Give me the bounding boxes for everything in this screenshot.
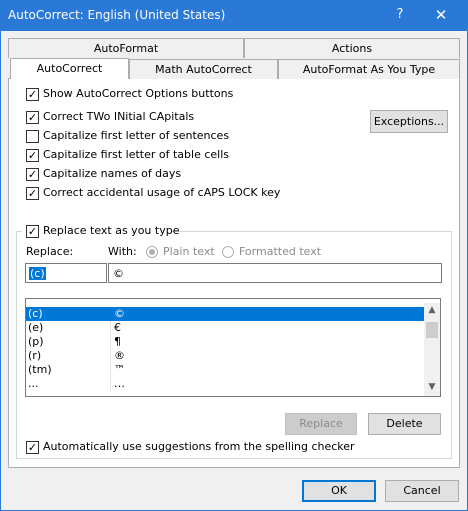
show-buttons-checkbox[interactable] (26, 88, 39, 101)
formatted-text-label: Formatted text (239, 245, 322, 258)
help-icon[interactable]: ? (388, 3, 412, 27)
exceptions-button[interactable]: Exceptions... (370, 110, 448, 133)
tab-math-autocorrect[interactable]: Math AutoCorrect (129, 59, 278, 79)
suggestions-checkbox[interactable] (26, 441, 39, 454)
show-buttons-label: Show AutoCorrect Options buttons (43, 87, 234, 100)
with-input-value: © (113, 267, 124, 280)
replace-button[interactable]: Replace (285, 413, 357, 435)
list-item[interactable]: (e) € (26, 321, 425, 335)
two-initial-checkbox[interactable] (26, 111, 39, 124)
scroll-up-icon[interactable]: ▲ (424, 305, 440, 315)
tab-autoformat-as-you-type[interactable]: AutoFormat As You Type (278, 59, 460, 79)
replace-as-type-label: Replace text as you type (43, 224, 180, 237)
cancel-button[interactable]: Cancel (385, 480, 459, 502)
scroll-thumb[interactable] (426, 322, 438, 338)
list-item[interactable]: (tm) ™ (26, 363, 425, 377)
table-cells-label: Capitalize first letter of table cells (43, 148, 230, 161)
plain-text-radio[interactable] (146, 246, 158, 258)
two-initial-label: Correct TWo INitial CApitals (43, 110, 195, 123)
with-label: With: (108, 245, 137, 258)
list-item[interactable]: (c) © (26, 307, 425, 321)
names-days-checkbox[interactable] (26, 168, 39, 181)
replace-input-value: (c) (29, 267, 46, 280)
names-days-label: Capitalize names of days (43, 167, 182, 180)
caps-lock-checkbox[interactable] (26, 187, 39, 200)
scroll-down-icon[interactable]: ▼ (424, 382, 440, 392)
replace-as-type-checkbox[interactable] (26, 225, 39, 238)
caps-lock-label: Correct accidental usage of cAPS LOCK ke… (43, 186, 281, 199)
delete-button[interactable]: Delete (368, 413, 441, 435)
replace-input[interactable]: (c) (25, 263, 107, 283)
window-title: AutoCorrect: English (United States) (8, 8, 226, 22)
table-cells-checkbox[interactable] (26, 149, 39, 162)
tab-autoformat[interactable]: AutoFormat (8, 38, 244, 58)
replace-label: Replace: (26, 245, 74, 258)
close-icon[interactable]: ✕ (428, 3, 454, 27)
plain-text-label: Plain text (163, 245, 215, 258)
list-item[interactable]: (p) ¶ (26, 335, 425, 349)
tab-autocorrect[interactable]: AutoCorrect (10, 58, 129, 79)
list-item[interactable]: (r) ® (26, 349, 425, 363)
first-sentence-checkbox[interactable] (26, 130, 39, 143)
tab-actions[interactable]: Actions (244, 38, 460, 58)
formatted-text-radio[interactable] (222, 246, 234, 258)
first-sentence-label: Capitalize first letter of sentences (43, 129, 230, 142)
entries-list[interactable]: (c) © (e) € (p) ¶ (r) ® (tm) ™ ... … (25, 298, 441, 397)
suggestions-label: Automatically use suggestions from the s… (43, 440, 355, 453)
list-item[interactable]: ... … (26, 377, 425, 391)
with-input[interactable]: © (108, 263, 442, 283)
ok-button[interactable]: OK (302, 480, 376, 502)
